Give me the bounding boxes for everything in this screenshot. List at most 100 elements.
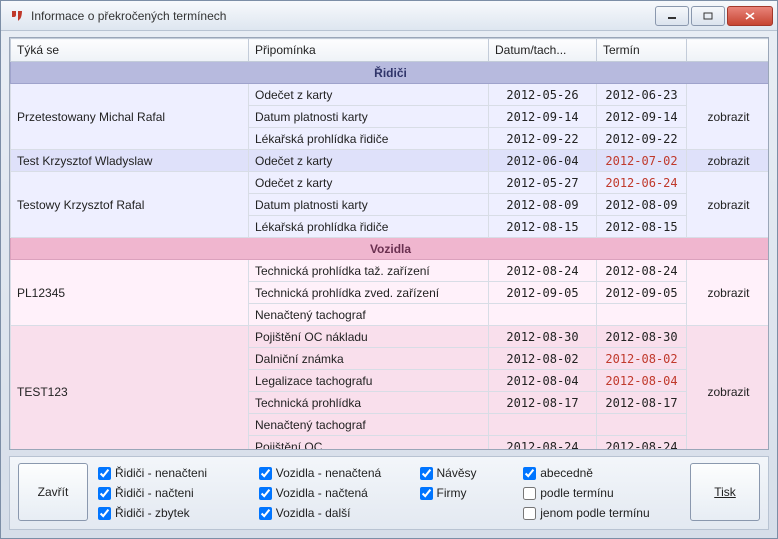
date-cell: 2012-09-05	[489, 282, 597, 304]
date-cell: 2012-08-09	[489, 194, 597, 216]
show-button[interactable]: zobrazit	[693, 87, 764, 146]
term-cell: 2012-08-04	[597, 370, 687, 392]
filter-trailers[interactable]: Návěsy	[420, 466, 520, 480]
show-button[interactable]: zobrazit	[693, 263, 764, 322]
subject-cell: PL12345	[11, 260, 249, 326]
filter-trailers-checkbox[interactable]	[420, 467, 433, 480]
table-row[interactable]: Testowy Krzysztof RafalOdečet z karty201…	[11, 172, 769, 194]
col-subject[interactable]: Týká se	[11, 39, 249, 62]
filter-alphabetical[interactable]: abecedně	[523, 466, 680, 480]
filter-vehicles-unread[interactable]: Vozidla - nenačtená	[259, 466, 416, 480]
date-cell: 2012-08-15	[489, 216, 597, 238]
window-buttons	[655, 6, 777, 26]
reminder-cell: Lékařská prohlídka řidiče	[249, 216, 489, 238]
bottom-bar: Zavřít Řidiči - nenačteni Vozidla - nenač…	[9, 456, 769, 530]
filter-only-by-term-label: jenom podle termínu	[540, 506, 649, 520]
close-button[interactable]: Zavřít	[18, 463, 88, 521]
app-window: Informace o překročených termínech	[0, 0, 778, 539]
filter-companies[interactable]: Firmy	[420, 486, 520, 500]
reminder-cell: Pojištění OC	[249, 436, 489, 450]
close-window-button[interactable]	[727, 6, 773, 26]
show-cell[interactable]: zobrazit	[687, 260, 769, 326]
print-button[interactable]: Tisk	[690, 463, 760, 521]
filter-only-by-term-checkbox[interactable]	[523, 507, 536, 520]
reminder-cell: Datum platnosti karty	[249, 194, 489, 216]
term-cell: 2012-06-23	[597, 84, 687, 106]
show-button[interactable]: zobrazit	[693, 153, 764, 168]
maximize-button[interactable]	[691, 6, 725, 26]
term-cell	[597, 414, 687, 436]
filter-alphabetical-checkbox[interactable]	[523, 467, 536, 480]
show-cell[interactable]: zobrazit	[687, 172, 769, 238]
term-cell: 2012-08-15	[597, 216, 687, 238]
reminder-cell: Dalniční známka	[249, 348, 489, 370]
filter-vehicles-other-checkbox[interactable]	[259, 507, 272, 520]
filter-vehicles-unread-label: Vozidla - nenačtená	[276, 466, 381, 480]
reminder-cell: Technická prohlídka zved. zařízení	[249, 282, 489, 304]
titlebar[interactable]: Informace o překročených termínech	[1, 1, 777, 31]
table-row[interactable]: PL12345Technická prohlídka taž. zařízení…	[11, 260, 769, 282]
show-cell[interactable]: zobrazit	[687, 326, 769, 450]
reminder-cell: Odečet z karty	[249, 172, 489, 194]
filter-by-term-label: podle termínu	[540, 486, 613, 500]
date-cell: 2012-08-30	[489, 326, 597, 348]
subject-cell: Test Krzysztof Wladyslaw	[11, 150, 249, 172]
term-cell: 2012-08-09	[597, 194, 687, 216]
filter-vehicles-read-label: Vozidla - načtená	[276, 486, 368, 500]
filter-drivers-read-label: Řidiči - načteni	[115, 486, 194, 500]
show-cell[interactable]: zobrazit	[687, 84, 769, 150]
filter-checkboxes: Řidiči - nenačteni Vozidla - nenačtená Náv…	[98, 463, 680, 523]
term-cell	[597, 304, 687, 326]
grid-scroll[interactable]: Týká se Připomínka Datum/tach... Termín …	[10, 38, 768, 449]
date-cell: 2012-09-22	[489, 128, 597, 150]
filter-drivers-rest-checkbox[interactable]	[98, 507, 111, 520]
filter-drivers-unread[interactable]: Řidiči - nenačteni	[98, 466, 255, 480]
filter-drivers-rest[interactable]: Řidiči - zbytek	[98, 506, 255, 520]
filter-vehicles-other[interactable]: Vozidla - další	[259, 506, 416, 520]
table-row[interactable]: Przetestowany Michal RafalOdečet z karty…	[11, 84, 769, 106]
filter-drivers-unread-checkbox[interactable]	[98, 467, 111, 480]
filter-companies-checkbox[interactable]	[420, 487, 433, 500]
filter-trailers-label: Návěsy	[437, 466, 477, 480]
term-cell: 2012-08-17	[597, 392, 687, 414]
table-row[interactable]: TEST123Pojištění OC nákladu2012-08-30201…	[11, 326, 769, 348]
filter-only-by-term[interactable]: jenom podle termínu	[523, 506, 680, 520]
term-cell: 2012-08-30	[597, 326, 687, 348]
col-term[interactable]: Termín	[597, 39, 687, 62]
term-cell: 2012-06-24	[597, 172, 687, 194]
reminder-cell: Legalizace tachografu	[249, 370, 489, 392]
reminder-cell: Odečet z karty	[249, 84, 489, 106]
term-cell: 2012-08-24	[597, 260, 687, 282]
show-cell[interactable]: zobrazit	[687, 150, 769, 172]
show-button[interactable]: zobrazit	[693, 329, 764, 449]
close-button-label: Zavřít	[38, 485, 69, 499]
reminder-cell: Nenačtený tachograf	[249, 304, 489, 326]
filter-vehicles-read[interactable]: Vozidla - načtená	[259, 486, 416, 500]
date-cell	[489, 304, 597, 326]
reminder-cell: Pojištění OC nákladu	[249, 326, 489, 348]
date-cell: 2012-08-04	[489, 370, 597, 392]
col-reminder[interactable]: Připomínka	[249, 39, 489, 62]
minimize-button[interactable]	[655, 6, 689, 26]
col-date[interactable]: Datum/tach...	[489, 39, 597, 62]
filter-drivers-read[interactable]: Řidiči - načteni	[98, 486, 255, 500]
filter-vehicles-read-checkbox[interactable]	[259, 487, 272, 500]
reminder-cell: Technická prohlídka taž. zařízení	[249, 260, 489, 282]
date-cell: 2012-09-14	[489, 106, 597, 128]
date-cell: 2012-06-04	[489, 150, 597, 172]
term-cell: 2012-07-02	[597, 150, 687, 172]
show-button[interactable]: zobrazit	[693, 175, 764, 234]
filter-drivers-read-checkbox[interactable]	[98, 487, 111, 500]
section-header: Řidiči	[11, 62, 769, 84]
table-row[interactable]: Test Krzysztof WladyslawOdečet z karty20…	[11, 150, 769, 172]
reminder-cell: Odečet z karty	[249, 150, 489, 172]
term-cell: 2012-09-14	[597, 106, 687, 128]
filter-by-term[interactable]: podle termínu	[523, 486, 680, 500]
content-area: Týká se Připomínka Datum/tach... Termín …	[1, 31, 777, 538]
filter-vehicles-unread-checkbox[interactable]	[259, 467, 272, 480]
date-cell: 2012-08-02	[489, 348, 597, 370]
col-action[interactable]	[687, 39, 769, 62]
date-cell: 2012-08-17	[489, 392, 597, 414]
reminder-cell: Datum platnosti karty	[249, 106, 489, 128]
filter-by-term-checkbox[interactable]	[523, 487, 536, 500]
